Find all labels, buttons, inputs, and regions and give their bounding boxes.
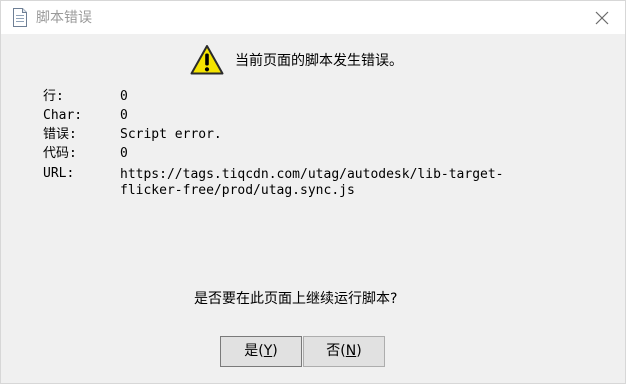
no-button-accelerator: N <box>345 343 357 359</box>
error-label: 错误: <box>43 127 77 142</box>
warning-icon <box>190 45 224 75</box>
error-value: Script error. <box>120 127 222 142</box>
code-label: 代码: <box>43 146 77 161</box>
url-value: https://tags.tiqcdn.com/utag/autodesk/li… <box>120 167 504 198</box>
document-icon <box>13 8 27 27</box>
yes-button-suffix: ) <box>272 343 278 359</box>
close-icon[interactable] <box>591 7 613 29</box>
no-button-suffix: ) <box>356 343 362 359</box>
continue-question: 是否要在此页面上继续运行脚本? <box>194 291 398 307</box>
window-title: 脚本错误 <box>36 10 92 26</box>
no-button[interactable]: 否(N) <box>303 336 385 367</box>
line-label: 行: <box>43 89 64 104</box>
yes-button-accelerator: Y <box>263 343 273 359</box>
no-button-prefix: 否( <box>326 343 346 359</box>
line-value: 0 <box>120 89 128 104</box>
yes-button[interactable]: 是(Y) <box>220 336 302 367</box>
char-value: 0 <box>120 108 128 123</box>
script-error-dialog: 脚本错误 当前页面的脚本发生错误。 行: 0 Char: 0 错误: Scrip… <box>0 0 626 384</box>
error-headline: 当前页面的脚本发生错误。 <box>235 53 403 69</box>
code-value: 0 <box>120 146 128 161</box>
url-label: URL: <box>43 166 75 181</box>
title-bar: 脚本错误 <box>1 1 625 34</box>
yes-button-prefix: 是( <box>244 343 264 359</box>
char-label: Char: <box>43 108 83 123</box>
